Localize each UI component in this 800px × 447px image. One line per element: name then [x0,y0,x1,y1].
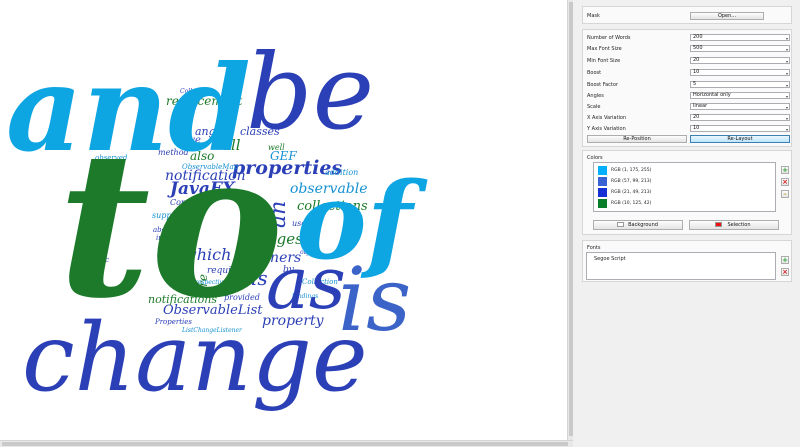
selection-button-label: Selection [727,222,751,228]
background-color-button[interactable]: Background [593,220,683,230]
chevron-down-icon: ▾ [785,47,788,52]
color-swatch [598,199,607,208]
number-of-words-combo[interactable]: 200 ▾ [690,34,790,41]
y-axis-variation-combo[interactable]: 10 ▾ [690,125,790,132]
setting-value: 20 [693,57,700,63]
chevron-down-icon: ▾ [785,36,788,41]
setting-label: Y Axis Variation [587,126,626,132]
setting-value: 5 [693,81,697,87]
setting-value: 500 [693,45,703,51]
setting-label: Angles [587,93,604,99]
setting-value: 200 [693,34,703,40]
setting-label: Min Font Size [587,58,621,64]
color-item-label: RGB (57, 99, 213) [611,179,652,184]
edit-color-button[interactable]: – [781,190,789,198]
boost-combo[interactable]: 10 ▾ [690,69,790,76]
remove-font-button[interactable]: × [781,268,789,276]
color-item-label: RGB (1, 175, 255) [611,168,652,173]
add-color-button[interactable]: + [781,166,789,174]
canvas-horizontal-scrollbar[interactable] [0,440,573,447]
canvas-vertical-scrollbar[interactable] [567,0,573,440]
add-font-button[interactable]: + [781,256,789,264]
minus-icon: – [783,190,787,198]
color-item-label: RGB (10, 125, 42) [611,201,652,206]
setting-label: Scale [587,104,601,110]
chevron-down-icon: ▾ [785,59,788,64]
layout-settings-group: Number of Words 200 ▾ Max Font Size 500 ▾ … [582,29,792,147]
mask-open-button[interactable]: Open... [690,12,764,20]
setting-label: Number of Words [587,35,631,41]
settings-panel: Mask Open... Number of Words 200 ▾ Max Fo… [576,0,800,447]
selection-color-button[interactable]: Selection [689,220,779,230]
color-swatch [598,188,607,197]
setting-value: 10 [693,69,700,75]
setting-value: Horizontal only [693,92,731,98]
boost-factor-combo[interactable]: 5 ▾ [690,81,790,88]
setting-label: Max Font Size [587,46,622,52]
color-swatch [598,166,607,175]
background-button-label: Background [628,222,658,228]
reposition-button[interactable]: Re-Position [587,135,687,143]
remove-color-button[interactable]: × [781,178,789,186]
relayout-button[interactable]: Re-Layout [690,135,790,143]
color-item-label: RGB (21, 49, 213) [611,190,652,195]
setting-label: Boost Factor [587,82,619,88]
scrollbar-thumb[interactable] [2,442,568,446]
setting-value: linear [693,103,708,109]
selection-color-chip [715,222,722,227]
chevron-down-icon: ▾ [785,116,788,121]
font-item[interactable]: Segoe Script [594,256,626,262]
fonts-group: Fonts Segoe Script + × [582,240,792,282]
angles-combo[interactable]: Horizontal only ▾ [690,92,790,99]
chevron-down-icon: ▾ [785,127,788,132]
plus-icon: + [782,166,788,174]
setting-label: X Axis Variation [587,115,627,121]
word-cloud-svg: properties observable collections JavaFX… [6,31,428,413]
close-icon: × [782,178,788,186]
fonts-list[interactable]: Segoe Script [586,252,776,280]
mask-label: Mask [587,13,600,19]
chevron-down-icon: ▾ [785,83,788,88]
x-axis-variation-combo[interactable]: 20 ▾ [690,114,790,121]
chevron-down-icon: ▾ [785,105,788,110]
close-icon: × [782,268,788,276]
setting-label: Boost [587,70,602,76]
mask-group: Mask Open... [582,6,792,24]
color-swatch [598,177,607,186]
setting-value: 10 [693,125,700,131]
word: change [22,304,368,413]
setting-value: 20 [693,114,700,120]
scrollbar-thumb[interactable] [569,2,573,436]
colors-group: Colors RGB (1, 175, 255) RGB (57, 99, 21… [582,150,792,235]
fonts-title: Fonts [587,245,601,251]
background-color-chip [617,222,624,227]
scale-combo[interactable]: linear ▾ [690,103,790,110]
max-font-size-combo[interactable]: 500 ▾ [690,45,790,52]
colors-list[interactable]: RGB (1, 175, 255) RGB (57, 99, 213) RGB … [593,162,776,212]
plus-icon: + [782,256,788,264]
colors-title: Colors [587,155,603,161]
chevron-down-icon: ▾ [785,71,788,76]
word-cloud-canvas[interactable]: properties observable collections JavaFX… [0,0,567,440]
min-font-size-combo[interactable]: 20 ▾ [690,57,790,64]
chevron-down-icon: ▾ [785,94,788,99]
